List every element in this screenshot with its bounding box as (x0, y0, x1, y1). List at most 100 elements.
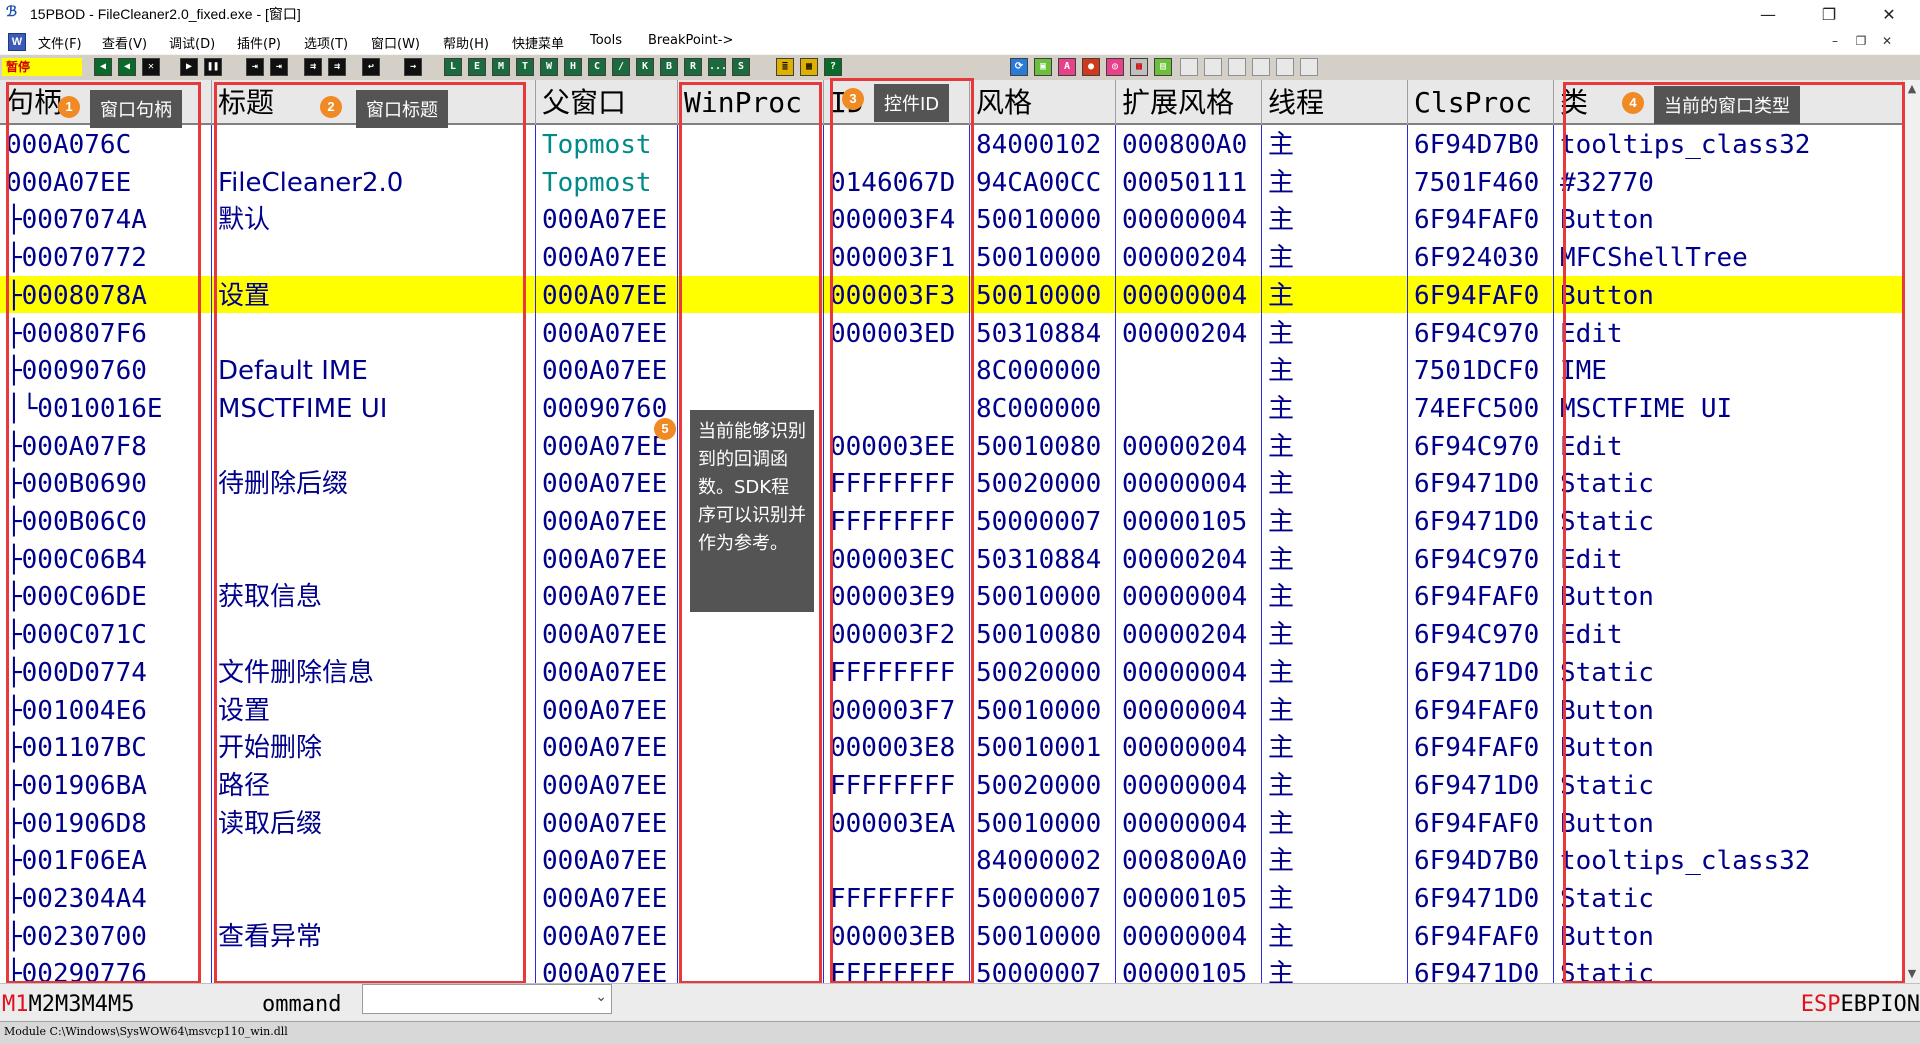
pause-icon[interactable]: ❚❚ (204, 58, 222, 76)
cell-thread: 主 (1268, 582, 1295, 613)
mdi-minimize-button[interactable]: – (1826, 32, 1844, 50)
memory-tab-active[interactable]: M1 (2, 992, 29, 1017)
run-icon[interactable]: ▶ (180, 58, 198, 76)
mdi-close-button[interactable]: ✕ (1878, 32, 1896, 50)
plugin-a-icon[interactable]: A (1058, 58, 1076, 76)
mdi-restore-button[interactable]: ❐ (1852, 32, 1870, 50)
windows-button[interactable]: W (540, 58, 558, 76)
cell-parent: 000A07EE (542, 884, 668, 914)
header-divider[interactable] (1407, 80, 1408, 125)
patches-button[interactable]: / (612, 58, 630, 76)
cell-parent: 000A07EE (542, 356, 668, 387)
cell-clsproc: 6F9471D0 (1414, 657, 1540, 688)
cell-thread: 主 (1268, 167, 1295, 198)
cell-clsproc: 7501DCF0 (1414, 356, 1540, 387)
blank-tool-4-icon[interactable] (1252, 58, 1270, 76)
plugin-target-icon[interactable]: ◎ (1106, 58, 1124, 76)
step-over-icon[interactable]: ⇥ (270, 58, 288, 76)
blank-tool-1-icon[interactable] (1180, 58, 1198, 76)
call-stack-button[interactable]: K (636, 58, 654, 76)
cell-parent: 000A07EE (542, 733, 668, 764)
register-tab-active[interactable]: ESP (1801, 992, 1841, 1017)
cell-thread: 主 (1268, 544, 1295, 575)
blank-tool-2-icon[interactable] (1204, 58, 1222, 76)
header-divider[interactable] (677, 80, 678, 125)
menu-bar: W 文件(F) 查看(V) 调试(D) 插件(P) 选项(T) 窗口(W) 帮助… (0, 30, 1920, 54)
mdi-system-icon[interactable]: W (8, 33, 26, 51)
rewind-icon[interactable]: ◀ (118, 58, 136, 76)
header-divider[interactable] (823, 80, 824, 125)
column-header-thread[interactable]: 线程 (1262, 80, 1408, 123)
plugin-calc-icon[interactable]: ▤ (1154, 58, 1172, 76)
plugin-record-icon[interactable]: ● (1082, 58, 1100, 76)
goto-icon[interactable]: → (404, 58, 422, 76)
plugin-grid-icon[interactable]: ▩ (1130, 58, 1148, 76)
menu-options[interactable]: 选项(T) (304, 33, 348, 52)
refresh-icon[interactable]: ⟳ (1010, 58, 1028, 76)
cell-style: 50010000 (976, 808, 1102, 839)
memory-tabs[interactable]: M1M2M3M4M5 (2, 992, 134, 1017)
cell-style: 50010001 (976, 733, 1102, 764)
cell-clsproc: 6F9471D0 (1414, 507, 1540, 537)
header-divider[interactable] (1115, 80, 1116, 125)
trace-over-icon[interactable]: ⇉ (328, 58, 346, 76)
breakpoints-button[interactable]: B (660, 58, 678, 76)
header-divider[interactable] (1553, 80, 1554, 125)
options-icon[interactable]: ≣ (776, 58, 794, 76)
register-tabs-rest[interactable]: EBPION (1841, 992, 1920, 1017)
cell-exstyle: 00000004 (1122, 205, 1248, 236)
menu-view[interactable]: 查看(V) (102, 33, 147, 52)
close-button[interactable]: ✕ (1866, 0, 1912, 30)
menu-breakpoint[interactable]: BreakPoint-> (648, 33, 733, 48)
menu-plugins[interactable]: 插件(P) (237, 33, 281, 52)
header-divider[interactable] (211, 80, 212, 125)
executable-modules-button[interactable]: E (468, 58, 486, 76)
register-tabs[interactable]: ESPEBPION (1801, 992, 1920, 1017)
execute-till-return-icon[interactable]: ↩ (362, 58, 380, 76)
run-trace-button[interactable]: ... (708, 58, 727, 76)
column-header-exstyle[interactable]: 扩展风格 (1116, 80, 1262, 123)
command-input[interactable]: ⌄ (362, 984, 612, 1014)
appearance-icon[interactable]: ▦ (800, 58, 818, 76)
annotation-badge-3: 3 (842, 88, 864, 110)
cell-clsproc: 6F924030 (1414, 243, 1540, 274)
threads-button[interactable]: T (516, 58, 534, 76)
blank-tool-3-icon[interactable] (1228, 58, 1246, 76)
menu-help[interactable]: 帮助(H) (443, 33, 489, 52)
annotation-label-2: 窗口标题 (356, 90, 448, 128)
scroll-up-icon[interactable]: ▲ (1903, 80, 1920, 98)
chevron-down-icon[interactable]: ⌄ (595, 989, 607, 1005)
source-button[interactable]: S (732, 58, 750, 76)
blank-tool-6-icon[interactable] (1300, 58, 1318, 76)
blank-tool-5-icon[interactable] (1276, 58, 1294, 76)
restart-icon[interactable]: ◀ (94, 58, 112, 76)
cell-clsproc: 74EFC500 (1414, 393, 1540, 424)
memory-map-button[interactable]: M (492, 58, 510, 76)
minimize-button[interactable]: — (1745, 0, 1791, 30)
cpu-button[interactable]: C (588, 58, 606, 76)
column-header-clsproc[interactable]: ClsProc (1408, 80, 1554, 123)
menu-debug[interactable]: 调试(D) (169, 33, 215, 52)
menu-tools[interactable]: Tools (590, 33, 622, 48)
cell-clsproc: 6F94C970 (1414, 431, 1540, 462)
memory-tabs-rest[interactable]: M2M3M4M5 (29, 992, 135, 1017)
menu-file[interactable]: 文件(F) (38, 33, 82, 52)
handles-button[interactable]: H (564, 58, 582, 76)
menu-window[interactable]: 窗口(W) (371, 33, 420, 52)
scroll-down-icon[interactable]: ▼ (1903, 965, 1920, 983)
step-into-icon[interactable]: ⇥ (246, 58, 264, 76)
header-divider[interactable] (535, 80, 536, 125)
column-header-parent[interactable]: 父窗口 (536, 80, 678, 123)
plugin-icon[interactable]: ▣ (1034, 58, 1052, 76)
trace-into-icon[interactable]: ⇉ (304, 58, 322, 76)
stop-icon[interactable]: ✕ (142, 58, 160, 76)
column-header-style[interactable]: 风格 (970, 80, 1116, 123)
references-button[interactable]: R (684, 58, 702, 76)
help-icon[interactable]: ? (824, 58, 842, 76)
cell-style: 50010000 (976, 695, 1102, 726)
header-divider[interactable] (1261, 80, 1262, 125)
restore-button[interactable]: ❐ (1806, 0, 1852, 30)
menu-shortcuts[interactable]: 快捷菜单 (512, 33, 564, 52)
cell-parent: 000A07EE (542, 280, 668, 311)
log-window-button[interactable]: L (444, 58, 462, 76)
